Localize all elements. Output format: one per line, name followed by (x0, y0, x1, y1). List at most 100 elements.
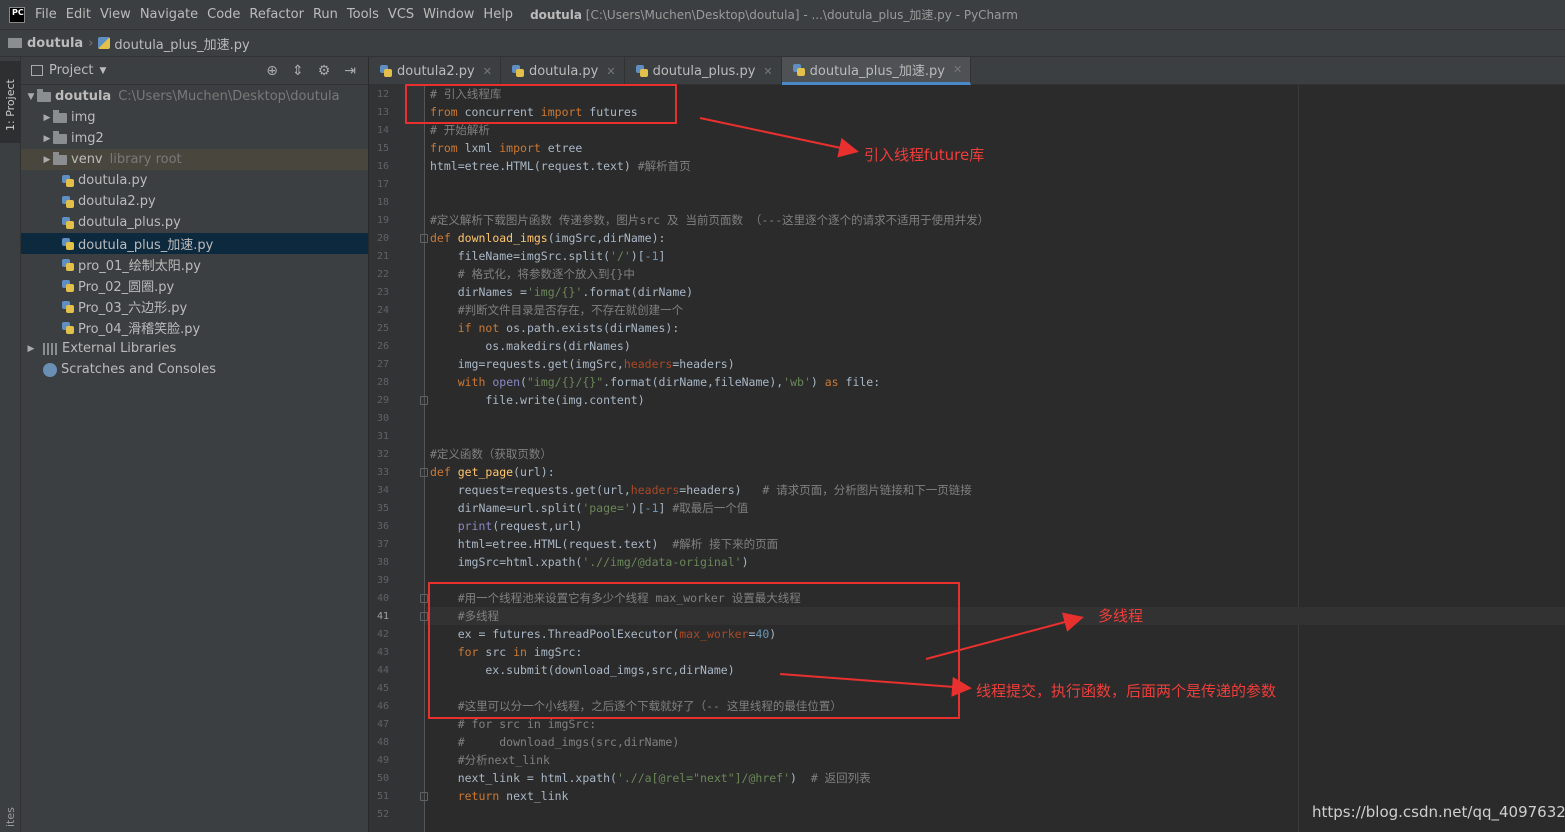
tree-item-file[interactable]: doutula_plus.py (21, 212, 368, 233)
tree-item-external-libraries[interactable]: ▶ External Libraries (21, 338, 368, 359)
line-number: 14 (376, 125, 389, 136)
menu-refactor[interactable]: Refactor (249, 7, 304, 22)
line-number: 38 (376, 557, 389, 568)
code-line[interactable]: fileName=imgSrc.split('/')[-1] (430, 247, 666, 265)
tree-item-label: doutula2.py (78, 194, 156, 209)
project-view-selector[interactable]: Project (49, 63, 93, 78)
expand-arrow-icon[interactable]: ▶ (41, 134, 53, 144)
close-icon[interactable]: ✕ (483, 65, 492, 78)
code-line[interactable]: dirName=url.split('page=')[-1] #取最后一个值 (430, 499, 749, 517)
favorites-tool-tab[interactable]: ites (4, 807, 17, 827)
expand-arrow-icon[interactable]: ▶ (41, 113, 53, 123)
tree-item-label: External Libraries (62, 341, 177, 356)
close-icon[interactable]: ✕ (606, 65, 615, 78)
menu-code[interactable]: Code (207, 7, 240, 22)
tree-item-file[interactable]: Pro_02_圆圈.py (21, 275, 368, 296)
tree-item-file[interactable]: Pro_03_六边形.py (21, 296, 368, 317)
tree-item-file[interactable]: Pro_04_滑稽笑脸.py (21, 317, 368, 338)
code-line[interactable]: imgSrc=html.xpath('.//img/@data-original… (430, 553, 749, 571)
expand-arrow-icon[interactable]: ▼ (25, 92, 37, 102)
line-number: 27 (376, 359, 389, 370)
line-number: 25 (376, 323, 389, 334)
code-line[interactable]: return next_link (430, 787, 569, 805)
tab-label: doutula.py (528, 63, 599, 79)
code-line[interactable]: with open("img/{}/{}".format(dirName,fil… (430, 373, 880, 391)
project-tool-tab[interactable]: 1: Project (0, 61, 21, 143)
tab-label: doutula_plus.py (652, 63, 756, 79)
tree-item-path: library root (109, 152, 182, 167)
tree-item-file[interactable]: doutula2.py (21, 191, 368, 212)
tree-item-root[interactable]: ▼ doutula C:\Users\Muchen\Desktop\doutul… (21, 86, 368, 107)
expand-arrow-icon[interactable]: ▶ (25, 344, 37, 354)
locate-icon[interactable]: ⊕ (266, 63, 278, 79)
code-line[interactable]: os.makedirs(dirNames) (430, 337, 630, 355)
gear-icon[interactable]: ⚙ (318, 63, 331, 79)
menu-view[interactable]: View (100, 7, 131, 22)
tab-doutula-plus[interactable]: doutula_plus.py ✕ (625, 57, 782, 85)
tab-doutula-plus-speedup[interactable]: doutula_plus_加速.py ✕ (781, 57, 972, 85)
tab-doutula2[interactable]: doutula2.py ✕ (369, 57, 501, 85)
code-line[interactable]: from lxml import etree (430, 139, 582, 157)
menu-vcs[interactable]: VCS (388, 7, 414, 22)
code-line[interactable]: html=etree.HTML(request.text) #解析首页 (430, 157, 691, 175)
breadcrumb-file[interactable]: doutula_plus_加速.py (98, 34, 250, 53)
code-line[interactable]: print(request,url) (430, 517, 583, 535)
tree-item-file[interactable]: doutula.py (21, 170, 368, 191)
code-line[interactable]: img=requests.get(imgSrc,headers=headers) (430, 355, 735, 373)
menu-edit[interactable]: Edit (66, 7, 91, 22)
close-icon[interactable]: ✕ (763, 65, 772, 78)
line-number: 35 (376, 503, 389, 514)
menu-tools[interactable]: Tools (347, 7, 379, 22)
menu-run[interactable]: Run (313, 7, 338, 22)
line-number: 37 (376, 539, 389, 550)
tree-item-label: doutula.py (78, 173, 148, 188)
code-line[interactable]: # 格式化，将参数逐个放入到{}中 (430, 265, 635, 283)
collapse-all-icon[interactable]: ⇕ (292, 63, 304, 79)
code-editor[interactable] (426, 85, 1565, 832)
left-tool-strip: 1: Project ites (0, 57, 21, 832)
menu-help[interactable]: Help (483, 7, 513, 22)
annotation-box-threadpool (428, 582, 960, 719)
fold-marker-icon[interactable] (420, 234, 428, 243)
line-number: 41 (376, 611, 389, 622)
tree-item-img[interactable]: ▶ img (21, 107, 368, 128)
right-margin-guide (1298, 85, 1299, 832)
fold-marker-icon[interactable] (420, 792, 428, 801)
code-line[interactable]: html=etree.HTML(request.text) #解析 接下来的页面 (430, 535, 779, 553)
chevron-down-icon[interactable]: ▼ (99, 66, 106, 76)
fold-marker-icon[interactable] (420, 468, 428, 477)
code-line[interactable]: #分析next_link (430, 751, 550, 769)
breadcrumb-project[interactable]: doutula (8, 36, 83, 51)
code-line[interactable]: request=requests.get(url,headers=headers… (430, 481, 972, 499)
expand-arrow-icon[interactable]: ▶ (41, 155, 53, 165)
menu-file[interactable]: File (35, 7, 57, 22)
fold-marker-icon[interactable] (420, 612, 428, 621)
fold-marker-icon[interactable] (420, 396, 428, 405)
code-line[interactable]: file.write(img.content) (430, 391, 644, 409)
line-number: 21 (376, 251, 389, 262)
fold-marker-icon[interactable] (420, 594, 428, 603)
line-number: 45 (376, 683, 389, 694)
close-icon[interactable]: ✕ (953, 63, 962, 76)
tab-doutula[interactable]: doutula.py ✕ (501, 57, 625, 85)
tree-item-venv[interactable]: ▶ venv library root (21, 149, 368, 170)
tree-item-file[interactable]: pro_01_绘制太阳.py (21, 254, 368, 275)
hide-icon[interactable]: ⇥ (344, 63, 356, 79)
menu-navigate[interactable]: Navigate (140, 7, 198, 22)
tree-item-path: C:\Users\Muchen\Desktop\doutula (118, 89, 340, 104)
tree-item-img2[interactable]: ▶ img2 (21, 128, 368, 149)
code-line[interactable]: def get_page(url): (430, 463, 555, 481)
code-line[interactable]: if not os.path.exists(dirNames): (430, 319, 680, 337)
code-line[interactable]: #判断文件目录是否存在，不存在就创建一个 (430, 301, 683, 319)
code-line[interactable]: next_link = html.xpath('.//a[@rel="next"… (430, 769, 871, 787)
tree-item-scratches[interactable]: Scratches and Consoles (21, 359, 368, 380)
code-line[interactable]: #定义解析下载图片函数 传递参数，图片src 及 当前页面数 （---这里逐个逐… (430, 211, 989, 229)
code-line[interactable]: def download_imgs(imgSrc,dirName): (430, 229, 665, 247)
line-number: 22 (376, 269, 389, 280)
code-line[interactable]: dirNames ='img/{}'.format(dirName) (430, 283, 693, 301)
code-line[interactable]: # download_imgs(src,dirName) (430, 733, 680, 751)
tree-item-file-selected[interactable]: doutula_plus_加速.py (21, 233, 368, 254)
code-line[interactable]: #定义函数（获取页数） (430, 445, 552, 463)
line-number: 33 (376, 467, 389, 478)
menu-window[interactable]: Window (423, 7, 474, 22)
